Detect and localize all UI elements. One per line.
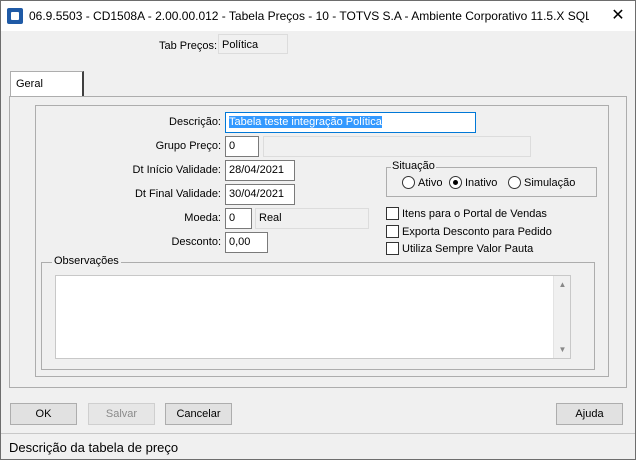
radio-ativo-circle[interactable] xyxy=(402,176,415,189)
ajuda-button[interactable]: Ajuda xyxy=(556,403,623,425)
checkbox-valor-pauta-box[interactable] xyxy=(386,242,399,255)
grupo-preco-description xyxy=(263,136,531,157)
main-window: 06.9.5503 - CD1508A - 2.00.00.012 - Tabe… xyxy=(0,0,636,460)
descricao-label: Descrição: xyxy=(169,116,221,128)
tab-geral[interactable]: Geral xyxy=(10,71,84,97)
checkbox-itens-portal-box[interactable] xyxy=(386,207,399,220)
desconto-field[interactable]: 0,00 xyxy=(225,232,268,253)
dt-inicio-field[interactable]: 28/04/2021 xyxy=(225,160,295,181)
cancelar-button[interactable]: Cancelar xyxy=(165,403,232,425)
salvar-button[interactable]: Salvar xyxy=(88,403,155,425)
radio-inativo-label: Inativo xyxy=(465,176,498,189)
grupo-preco-label: Grupo Preço: xyxy=(155,140,221,152)
scroll-down-icon[interactable]: ▼ xyxy=(557,344,568,355)
tab-precos-field: Política xyxy=(218,34,288,54)
observacoes-group: Observações ▲ ▼ xyxy=(41,255,595,370)
radio-inativo[interactable]: Inativo xyxy=(449,176,497,189)
form-panel: Descrição: Tabela teste integração Polít… xyxy=(35,105,609,377)
observacoes-textarea[interactable]: ▲ ▼ xyxy=(55,275,571,359)
dt-inicio-label: Dt Início Validade: xyxy=(132,164,221,176)
title-bar[interactable]: 06.9.5503 - CD1508A - 2.00.00.012 - Tabe… xyxy=(1,1,635,31)
radio-ativo[interactable]: Ativo xyxy=(402,176,442,189)
radio-simulacao[interactable]: Simulação xyxy=(508,176,575,189)
status-bar: Descrição da tabela de preço xyxy=(1,433,635,459)
observacoes-scrollbar[interactable]: ▲ ▼ xyxy=(553,276,570,358)
situacao-group: Situação Ativo Inativo Simulação xyxy=(386,160,597,197)
window-title: 06.9.5503 - CD1508A - 2.00.00.012 - Tabe… xyxy=(29,9,589,23)
scroll-up-icon[interactable]: ▲ xyxy=(557,279,568,290)
moeda-description: Real xyxy=(255,208,369,229)
descricao-value: Tabela teste integração Política xyxy=(229,116,382,128)
situacao-legend: Situação xyxy=(391,160,436,172)
checkbox-valor-pauta[interactable]: Utiliza Sempre Valor Pauta xyxy=(386,242,533,255)
checkbox-exporta-desconto[interactable]: Exporta Desconto para Pedido xyxy=(386,225,552,238)
checkbox-itens-portal[interactable]: Itens para o Portal de Vendas xyxy=(386,207,547,220)
moeda-label: Moeda: xyxy=(184,212,221,224)
app-icon xyxy=(7,8,23,24)
radio-ativo-label: Ativo xyxy=(418,176,443,189)
dt-final-label: Dt Final Validade: xyxy=(134,188,221,200)
desconto-label: Desconto: xyxy=(171,236,221,248)
descricao-field[interactable]: Tabela teste integração Política xyxy=(225,112,476,133)
tab-content: Descrição: Tabela teste integração Polít… xyxy=(9,96,627,388)
tab-precos-label: Tab Preços: xyxy=(159,40,218,52)
radio-inativo-circle[interactable] xyxy=(449,176,462,189)
moeda-field[interactable]: 0 xyxy=(225,208,252,229)
checkbox-itens-portal-label: Itens para o Portal de Vendas xyxy=(402,207,547,220)
dt-final-field[interactable]: 30/04/2021 xyxy=(225,184,295,205)
ok-button[interactable]: OK xyxy=(10,403,77,425)
checkbox-valor-pauta-label: Utiliza Sempre Valor Pauta xyxy=(402,242,534,255)
grupo-preco-field[interactable]: 0 xyxy=(225,136,259,157)
close-icon[interactable]: ✕ xyxy=(609,7,627,25)
checkbox-exporta-desconto-label: Exporta Desconto para Pedido xyxy=(402,225,552,238)
button-bar: OK Salvar Cancelar Ajuda xyxy=(1,399,635,429)
radio-simulacao-circle[interactable] xyxy=(508,176,521,189)
radio-simulacao-label: Simulação xyxy=(524,176,576,189)
header-area: Tab Preços: Política xyxy=(1,31,635,61)
checkbox-exporta-desconto-box[interactable] xyxy=(386,225,399,238)
observacoes-legend: Observações xyxy=(52,255,121,267)
